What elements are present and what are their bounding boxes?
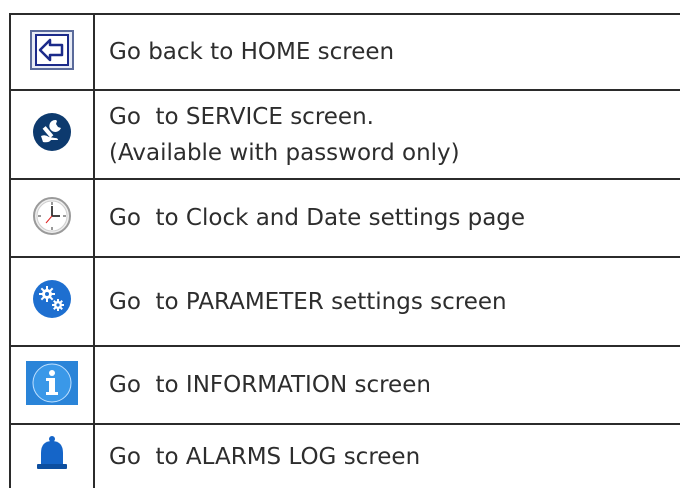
wrench-hand-icon [32, 112, 72, 157]
icon-cell [11, 180, 95, 256]
row-text: Go to PARAMETER settings screen [109, 288, 507, 315]
icon-cell [11, 258, 95, 345]
clock-icon [32, 196, 72, 241]
icon-cell [11, 425, 95, 488]
row-description: Go to ALARMS LOG screen [109, 425, 680, 488]
table-row: Go back to HOME screen [11, 15, 680, 91]
gears-icon [32, 279, 72, 324]
row-text-note: (Available with password only) [109, 139, 460, 166]
row-text: Go to Clock and Date settings page [109, 205, 526, 231]
table-row: Go to Clock and Date settings page [11, 180, 680, 258]
icon-legend-table: Go back to HOME screen Go to SERVICE scr… [9, 13, 680, 488]
row-description: Go to SERVICE screen. (Available with pa… [109, 91, 680, 178]
icon-cell [11, 91, 95, 178]
table-row: Go to SERVICE screen. (Available with pa… [11, 91, 680, 180]
row-description: Go to Clock and Date settings page [109, 180, 680, 256]
icon-cell [11, 347, 95, 423]
table-row: Go to INFORMATION screen [11, 347, 680, 425]
row-text: Go to INFORMATION screen [109, 372, 431, 398]
info-icon [26, 360, 78, 410]
row-description: Go to PARAMETER settings screen [109, 258, 680, 345]
row-text: Go to SERVICE screen. [109, 103, 374, 130]
row-description: Go back to HOME screen [109, 15, 680, 89]
table-row: Go to ALARMS LOG screen [11, 425, 680, 488]
back-arrow-icon [30, 29, 74, 75]
icon-cell [11, 15, 95, 89]
table-row: Go to PARAMETER settings screen [11, 258, 680, 347]
row-text: Go to ALARMS LOG screen [109, 443, 421, 470]
bell-icon [34, 434, 70, 479]
row-description: Go to INFORMATION screen [109, 347, 680, 423]
row-text: Go back to HOME screen [109, 39, 395, 65]
